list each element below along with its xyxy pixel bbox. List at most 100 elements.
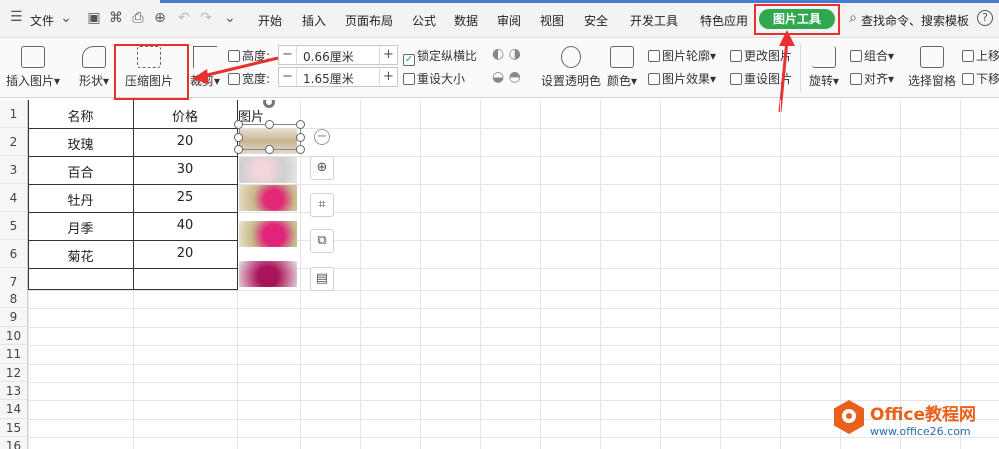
- width-stepper[interactable]: − 1.65厘米 +: [278, 67, 398, 87]
- picture-outline-button[interactable]: 图片轮廓▾: [648, 47, 716, 64]
- resize-handle[interactable]: [265, 145, 274, 154]
- compress-highlight-box: [114, 44, 189, 100]
- collapse-icon[interactable]: −: [314, 129, 330, 145]
- header-name[interactable]: 名称: [28, 106, 133, 125]
- resize-handle[interactable]: [234, 145, 243, 154]
- crop-float-icon[interactable]: ⌗: [310, 193, 334, 217]
- header-price[interactable]: 价格: [133, 106, 237, 125]
- lock-ratio-checkbox[interactable]: ✓ 锁定纵横比: [403, 47, 477, 66]
- flower-picture[interactable]: [239, 157, 297, 183]
- flower-picture[interactable]: [239, 185, 297, 211]
- undo-icon[interactable]: ↶: [176, 10, 192, 26]
- contrast-icons[interactable]: ◒ ◓: [492, 69, 521, 85]
- pic-settings-icon[interactable]: ▤: [310, 267, 334, 291]
- tab-view[interactable]: 视图: [540, 12, 564, 29]
- send-backward-button[interactable]: 下移: [962, 70, 999, 87]
- rotate-button[interactable]: 旋转▾: [809, 46, 839, 89]
- height-stepper[interactable]: − 0.66厘米 +: [278, 45, 398, 65]
- cell-price[interactable]: 25: [133, 190, 237, 205]
- row-header[interactable]: 14: [0, 400, 28, 419]
- tab-developer[interactable]: 开发工具: [630, 12, 678, 29]
- row-header[interactable]: 5: [0, 212, 28, 240]
- tab-page-layout[interactable]: 页面布局: [345, 12, 393, 29]
- format-painter-icon[interactable]: ⌘: [108, 10, 124, 26]
- group-button[interactable]: 组合▾: [850, 47, 894, 64]
- print-preview-icon[interactable]: ⊕: [152, 10, 168, 26]
- row-header[interactable]: 16: [0, 437, 28, 449]
- shape-button[interactable]: 形状▾: [79, 46, 109, 89]
- tab-data[interactable]: 数据: [454, 12, 478, 29]
- row-header[interactable]: 10: [0, 326, 28, 346]
- cell-price[interactable]: 30: [133, 162, 237, 177]
- cell-price[interactable]: 20: [133, 246, 237, 261]
- crop-button[interactable]: 裁剪▾: [190, 46, 220, 89]
- resize-handle[interactable]: [234, 120, 243, 129]
- reset-picture-button[interactable]: 重设图片: [730, 70, 792, 87]
- tab-special[interactable]: 特色应用: [700, 12, 748, 29]
- reset-size-button[interactable]: 重设大小: [403, 70, 465, 87]
- rotate-handle-icon[interactable]: [263, 100, 275, 108]
- menu-bar: ☰ 文件 ⌄ ▣ ⌘ ⎙ ⊕ ↶ ↷ ⌄ 开始 插入 页面布局 公式 数据 审阅…: [0, 0, 999, 38]
- height-value[interactable]: 0.66厘米: [303, 48, 354, 65]
- row-header[interactable]: 1: [0, 100, 28, 128]
- cell-name[interactable]: 菊花: [28, 246, 133, 265]
- search-icon[interactable]: ⌕: [845, 10, 861, 26]
- tab-picture-tools[interactable]: 图片工具: [759, 9, 835, 29]
- tab-home[interactable]: 开始: [258, 12, 282, 29]
- width-minus-button[interactable]: −: [279, 68, 297, 86]
- row-header[interactable]: 12: [0, 363, 28, 382]
- brightness-icons[interactable]: ◐ ◑: [492, 46, 521, 62]
- insert-picture-button[interactable]: 插入图片▾: [6, 46, 60, 89]
- resize-handle[interactable]: [296, 133, 305, 142]
- zoom-icon[interactable]: ⊕: [310, 156, 334, 180]
- row-header[interactable]: 6: [0, 240, 28, 268]
- change-picture-button[interactable]: 更改图片: [730, 47, 792, 64]
- flower-picture[interactable]: [239, 261, 297, 287]
- tab-review[interactable]: 审阅: [497, 12, 521, 29]
- tab-security[interactable]: 安全: [584, 12, 608, 29]
- spreadsheet-grid[interactable]: 1 2 3 4 5 6 7 8 9 10 11 12 13 14 15 16 名…: [0, 100, 999, 449]
- resize-handle[interactable]: [296, 120, 305, 129]
- redo-icon[interactable]: ↷: [198, 10, 214, 26]
- set-transparent-button[interactable]: 设置透明色: [541, 46, 601, 89]
- height-minus-button[interactable]: −: [279, 46, 297, 64]
- cell-name[interactable]: 月季: [28, 218, 133, 237]
- row-header[interactable]: 2: [0, 128, 28, 156]
- picture-effect-button[interactable]: 图片效果▾: [648, 70, 716, 87]
- cell-price[interactable]: 20: [133, 134, 237, 149]
- row-header[interactable]: 8: [0, 290, 28, 309]
- row-header[interactable]: 3: [0, 156, 28, 184]
- width-plus-button[interactable]: +: [379, 68, 397, 86]
- row-header[interactable]: 4: [0, 184, 28, 212]
- print-icon[interactable]: ⎙: [130, 10, 146, 26]
- chevron-down-icon[interactable]: ⌄: [58, 10, 74, 26]
- tab-formula[interactable]: 公式: [412, 12, 436, 29]
- height-plus-button[interactable]: +: [379, 46, 397, 64]
- color-button[interactable]: 颜色▾: [607, 46, 637, 89]
- resize-handle[interactable]: [296, 145, 305, 154]
- resize-handle[interactable]: [265, 120, 274, 129]
- file-menu[interactable]: 文件: [30, 12, 54, 29]
- selection-pane-button[interactable]: 选择窗格: [908, 46, 956, 89]
- help-icon[interactable]: ?: [977, 10, 993, 26]
- row-header[interactable]: 15: [0, 418, 28, 438]
- row-header[interactable]: 9: [0, 308, 28, 327]
- cell-price[interactable]: 40: [133, 218, 237, 233]
- cell-name[interactable]: 玫瑰: [28, 134, 133, 153]
- search-command[interactable]: 查找命令、搜索模板: [861, 12, 969, 29]
- row-header[interactable]: 13: [0, 382, 28, 401]
- hamburger-icon[interactable]: ☰: [10, 9, 23, 25]
- flower-picture[interactable]: [239, 221, 297, 247]
- cell-name[interactable]: 牡丹: [28, 190, 133, 209]
- bring-forward-button[interactable]: 上移: [962, 47, 999, 64]
- pic-to-cell-icon[interactable]: ⧉: [310, 229, 334, 253]
- save-icon[interactable]: ▣: [86, 10, 102, 26]
- width-value[interactable]: 1.65厘米: [303, 70, 354, 87]
- tab-insert[interactable]: 插入: [302, 12, 326, 29]
- align-button[interactable]: 对齐▾: [850, 70, 894, 87]
- watermark-brand: Office教程网: [870, 405, 977, 425]
- cell-name[interactable]: 百合: [28, 162, 133, 181]
- more-icon[interactable]: ⌄: [222, 10, 238, 26]
- resize-handle[interactable]: [234, 133, 243, 142]
- row-header[interactable]: 11: [0, 345, 28, 364]
